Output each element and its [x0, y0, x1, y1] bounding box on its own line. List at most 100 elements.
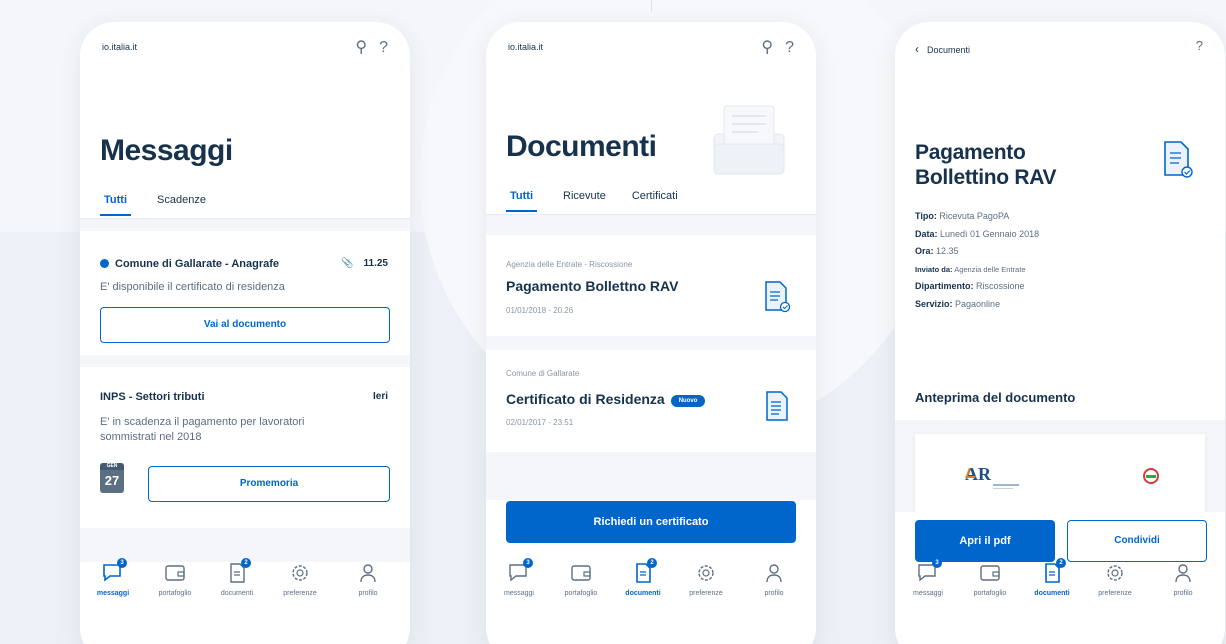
tab-preferenze[interactable]: preferenze [1085, 562, 1145, 597]
phone-messages-screen: io.italia.it ⚲? Messaggi Tutti Scadenze C… [80, 22, 410, 644]
tab-portafoglio[interactable]: portafoglio [551, 562, 611, 597]
tab-messaggi[interactable]: 3 messaggi [489, 558, 549, 597]
chat-icon: 3 [507, 558, 533, 584]
tab-label: preferenze [689, 590, 723, 597]
gear-icon [1103, 562, 1127, 584]
page-title: Documenti [506, 130, 657, 163]
tab-ricevute[interactable]: Ricevute [563, 190, 606, 210]
receipt-document-icon [764, 280, 791, 313]
message-text: E' disponibile il certificato di residen… [100, 281, 285, 293]
detail-label: Servizio: [915, 298, 953, 309]
search-icon[interactable]: ⚲ [355, 39, 367, 56]
search-icon[interactable]: ⚲ [761, 39, 773, 56]
detail-value: Riscossione [976, 281, 1025, 291]
document-tray-illustration [708, 100, 790, 178]
certificate-document-icon [764, 390, 788, 421]
tab-messaggi[interactable]: 3 messaggi [83, 558, 143, 597]
tab-label: messaggi [96, 590, 130, 597]
user-icon [762, 562, 786, 584]
detail-label: Inviato da: [915, 264, 953, 274]
document-date: 02/01/2017 - 23.51 [506, 418, 574, 427]
bottom-tab-bar: 3 messaggi portafoglio 2 documenti prefe… [486, 558, 816, 618]
tab-documenti[interactable]: 2 documenti [1022, 558, 1082, 597]
notification-badge: 3 [932, 558, 942, 568]
gear-icon [694, 562, 718, 584]
tab-documenti[interactable]: 2 documenti [207, 558, 267, 597]
share-button[interactable]: Condividi [1067, 520, 1207, 562]
tab-label: profilo [358, 590, 378, 597]
chat-icon: 3 [916, 558, 942, 584]
gear-icon [288, 562, 312, 584]
detail-row: Servizio: Pagaonline [915, 296, 1039, 314]
document-details: Tipo: Ricevuta PagoPA Data: Lunedì 01 Ge… [915, 208, 1039, 313]
chat-icon: 3 [101, 558, 127, 584]
unread-dot-icon [100, 259, 109, 268]
message-sender[interactable]: INPS - Settori tributi [100, 391, 205, 403]
detail-label: Tipo: [915, 211, 937, 221]
open-document-button[interactable]: Vai al documento [100, 307, 390, 343]
chevron-left-icon: ‹ [915, 42, 919, 56]
user-icon [1171, 562, 1195, 584]
document-preview[interactable]: AR [895, 420, 1225, 514]
tab-label: documenti [220, 590, 254, 597]
tab-profilo[interactable]: profilo [1153, 562, 1213, 597]
message-time-label: 11.25 [363, 258, 388, 269]
message-sender-label: Comune di Gallarate - Anagrafe [115, 258, 280, 270]
detail-value: Lunedì 01 Gennaio 2018 [940, 228, 1040, 239]
detail-row: Inviato da: Agenzia delle Entrate [915, 261, 1039, 279]
detail-row: Data: Lunedì 01 Gennaio 2018 [915, 226, 1039, 244]
tab-preferenze[interactable]: preferenze [676, 562, 736, 597]
document-date: 01/01/2018 - 20.26 [506, 306, 574, 315]
wallet-icon [569, 562, 593, 584]
section-gap [486, 336, 816, 350]
action-bar: Apri il pdf Condividi [895, 512, 1225, 562]
tab-label: profilo [1173, 590, 1193, 597]
tab-profilo[interactable]: profilo [338, 562, 398, 597]
tab-label: messaggi [504, 590, 534, 597]
tab-label: preferenze [283, 590, 317, 597]
detail-label: Ora: [915, 246, 934, 256]
tab-certificati[interactable]: Certificati [632, 190, 678, 210]
tab-messaggi[interactable]: 3 messaggi [898, 558, 958, 597]
tab-preferenze[interactable]: preferenze [270, 562, 330, 597]
tab-documenti[interactable]: 2 documenti [613, 558, 673, 597]
notification-badge: 2 [647, 558, 657, 568]
detail-label: Dipartimento: [915, 281, 974, 291]
detail-value: Ricevuta PagoPA [939, 211, 1010, 221]
tab-tutti[interactable]: Tutti [506, 190, 538, 212]
back-link[interactable]: ‹ Documenti [915, 42, 970, 56]
help-icon[interactable]: ? [379, 39, 388, 56]
tab-scadenze[interactable]: Scadenze [157, 194, 206, 214]
receipt-document-icon [1163, 140, 1193, 178]
bottom-tab-bar: 3 messaggi portafoglio 2 documenti prefe… [895, 558, 1225, 618]
tab-label: documenti [625, 590, 661, 597]
message-tabs: Tutti Scadenze [100, 194, 232, 216]
document-issuer: Agenzia delle Entrate - Riscossione [506, 260, 633, 269]
open-pdf-button[interactable]: Apri il pdf [915, 520, 1055, 562]
notification-badge: 3 [117, 558, 127, 568]
detail-value: Agenzia delle Entrate [954, 264, 1026, 274]
tab-label: portafoglio [564, 590, 598, 597]
pagopa-stamp-icon [1143, 468, 1159, 484]
document-icon: 2 [225, 558, 251, 584]
reminder-button[interactable]: Promemoria [148, 466, 390, 502]
tab-tutti[interactable]: Tutti [100, 194, 132, 216]
message-sender[interactable]: Comune di Gallarate - Anagrafe [100, 258, 279, 270]
tab-label: documenti [1034, 590, 1070, 597]
document-title[interactable]: Certificato di Residenza Nuovo [506, 391, 706, 407]
section-gap [80, 219, 410, 231]
help-icon[interactable]: ? [785, 39, 794, 56]
tab-portafoglio[interactable]: portafoglio [145, 562, 205, 597]
calendar-month: GEN [100, 463, 124, 470]
help-icon[interactable]: ? [1196, 38, 1203, 53]
document-title[interactable]: Pagamento Bollettno RAV [506, 278, 678, 294]
page-title: Messaggi [100, 134, 233, 167]
back-label: Documenti [927, 45, 971, 55]
request-certificate-button[interactable]: Richiedi un certificato [506, 501, 796, 543]
tab-portafoglio[interactable]: portafoglio [960, 562, 1020, 597]
notification-badge: 3 [523, 558, 533, 568]
agency-logo: AR [965, 464, 1019, 490]
tab-profilo[interactable]: profilo [744, 562, 804, 597]
site-label: io.italia.it [102, 42, 138, 52]
user-icon [356, 562, 380, 584]
